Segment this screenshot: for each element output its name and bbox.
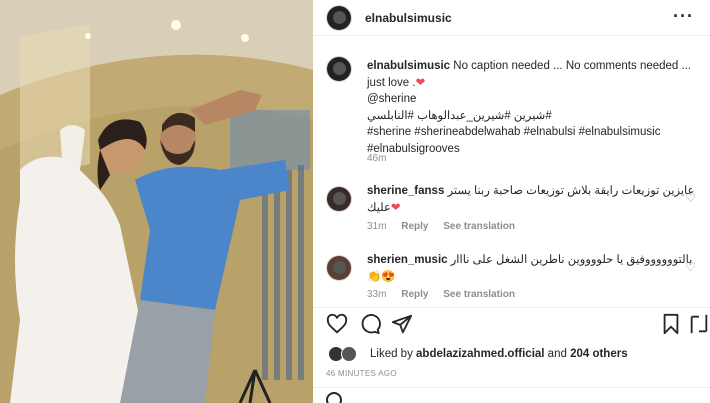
reply-button[interactable]: Reply	[401, 289, 428, 300]
post-caption: elnabulsimusic No caption needed ... No …	[313, 36, 710, 176]
likes-and: and	[544, 348, 571, 360]
repost-icon[interactable]	[688, 313, 710, 335]
comment-username[interactable]: sherine_fanss	[367, 185, 444, 197]
heart-icon: ❤	[415, 76, 426, 89]
reply-button[interactable]: Reply	[401, 221, 428, 232]
caption-hashtags-ar[interactable]: #شيرين #شيرين_عبدالوهاب #النابلسي	[367, 110, 552, 122]
emoji-icon[interactable]	[326, 392, 342, 403]
author-username[interactable]: elnabulsimusic	[365, 11, 452, 25]
heart-icon: ❤	[390, 201, 401, 214]
comment-text: بالتووووووفيق يا حلووووين ناطرين الشغل ع…	[450, 254, 693, 266]
comment-meta: 33m Reply See translation	[367, 289, 527, 300]
liker-avatar[interactable]	[341, 346, 357, 362]
comment-username[interactable]: sherien_music	[367, 254, 448, 266]
liker-username[interactable]: abdelazizahmed.official	[416, 348, 544, 360]
comment-time: 31m	[367, 221, 387, 232]
caption-username[interactable]: elnabulsimusic	[367, 60, 450, 72]
comment-item: sherien_music بالتووووووفيق يا حلووووين …	[313, 252, 710, 302]
comment-meta: 31m Reply See translation	[367, 221, 527, 232]
post-timestamp: 46 MINUTES AGO	[326, 369, 397, 378]
post-details-panel: elnabulsimusic ··· elnabulsimusic No cap…	[313, 0, 710, 403]
comment-time: 33m	[367, 289, 387, 300]
see-translation-button[interactable]: See translation	[443, 221, 515, 232]
action-bar	[313, 310, 710, 338]
liked-by-prefix: Liked by	[370, 348, 417, 360]
share-icon[interactable]	[391, 313, 413, 335]
comment-body: sherien_music بالتووووووفيق يا حلووووين …	[367, 252, 702, 285]
see-translation-button[interactable]: See translation	[443, 289, 515, 300]
post-header: elnabulsimusic ···	[313, 0, 710, 36]
others-count[interactable]: 204 others	[570, 348, 628, 360]
commenter-avatar[interactable]	[326, 255, 352, 281]
comment-body: sherine_fanss عايزين توزيعات رايقة بلاش …	[367, 183, 702, 216]
comment-like-icon[interactable]: ♡	[685, 260, 696, 274]
post-image	[0, 0, 313, 403]
commenter-avatar[interactable]	[326, 186, 352, 212]
caption-mention[interactable]: @sherine	[367, 93, 416, 105]
likes-row: Liked by abdelazizahmed.official and 204…	[313, 343, 710, 365]
author-avatar[interactable]	[326, 5, 352, 31]
divider	[313, 307, 710, 308]
comment-item: sherine_fanss عايزين توزيعات رايقة بلاش …	[313, 183, 710, 243]
heart-outline-icon[interactable]	[326, 313, 348, 335]
post-photo[interactable]	[0, 0, 313, 403]
comment-icon[interactable]	[359, 313, 381, 335]
add-comment-bar	[313, 387, 710, 403]
caption-time: 46m	[367, 153, 387, 164]
comment-like-icon[interactable]: ♡	[685, 191, 696, 205]
caption-hashtags-en1[interactable]: #sherine #sherineabdelwahab #elnabulsi #…	[367, 126, 660, 138]
bookmark-icon[interactable]	[660, 313, 682, 335]
caption-text: elnabulsimusic No caption needed ... No …	[367, 58, 697, 158]
more-horizontal-icon[interactable]: ···	[673, 6, 694, 27]
likes-text: Liked by abdelazizahmed.official and 204…	[370, 348, 628, 360]
caption-avatar[interactable]	[326, 56, 352, 82]
comment-emojis: 👏😍	[367, 270, 396, 283]
